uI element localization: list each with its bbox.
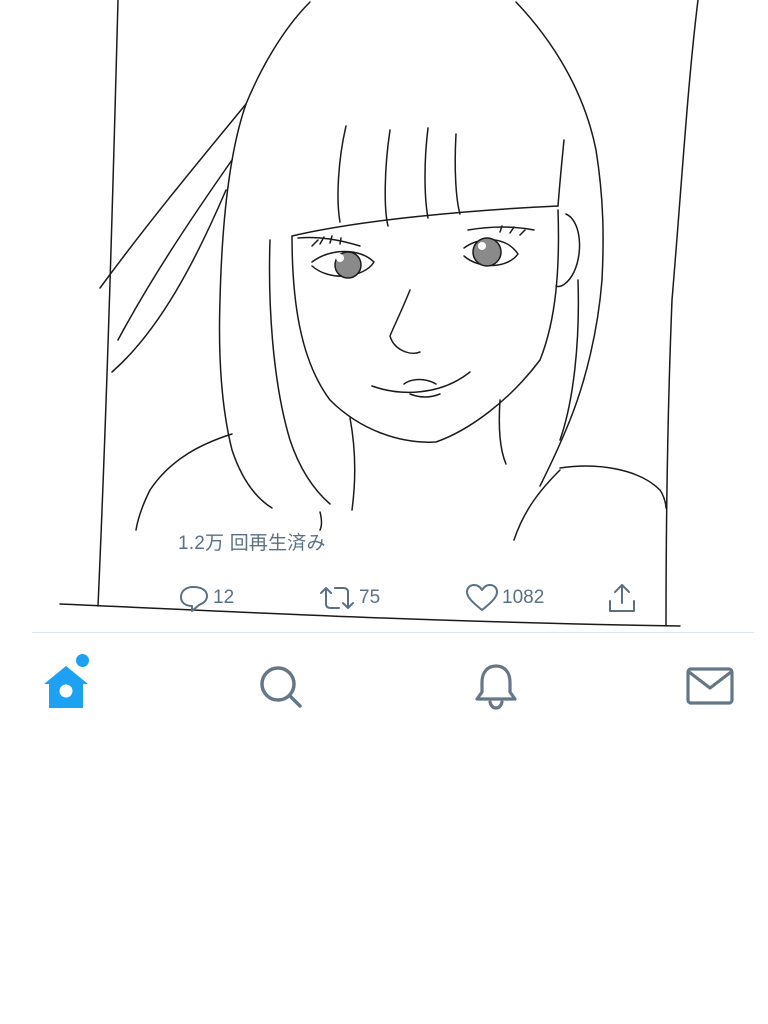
tab-search[interactable] (250, 658, 310, 718)
retweet-count: 75 (359, 587, 381, 608)
like-count: 1082 (502, 587, 545, 608)
bell-icon (468, 658, 524, 719)
tab-notifications[interactable] (466, 658, 526, 718)
reply-icon (177, 582, 211, 614)
home-icon (38, 658, 94, 719)
line-art-illustration (59, 0, 699, 627)
app-screen: 1.2万 回再生済み 12 75 1082 (0, 0, 768, 1024)
tabbar-divider (32, 632, 754, 633)
heart-icon (464, 582, 500, 614)
retweet-button[interactable]: 75 (317, 580, 380, 616)
envelope-icon (682, 658, 738, 719)
like-button[interactable]: 1082 (464, 580, 544, 616)
view-count: 1.2万 回再生済み (178, 533, 326, 554)
search-icon (252, 658, 308, 719)
tab-messages[interactable] (680, 658, 740, 718)
retweet-icon (317, 582, 357, 614)
share-icon (604, 581, 640, 615)
share-button[interactable] (604, 580, 640, 616)
reply-button[interactable]: 12 (177, 580, 234, 616)
tab-home[interactable] (36, 654, 96, 719)
tweet-media-video[interactable] (0, 0, 768, 640)
notification-dot (76, 654, 89, 667)
reply-count: 12 (213, 587, 235, 608)
